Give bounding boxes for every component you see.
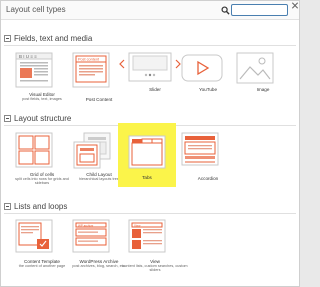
view-icon: View [128,219,166,253]
section-divider [4,45,296,46]
section-label: Lists and loops [14,201,68,211]
post-content-icon: Post content [72,52,110,88]
card-name: Post Content [85,97,113,102]
slider-icon [128,52,172,82]
section-divider [4,213,296,214]
view-tag: View [134,223,141,227]
section-toggle-layout[interactable]: Layout structure [4,113,71,123]
search-input[interactable] [231,4,288,16]
close-icon[interactable] [290,1,300,10]
child-layout-icon [73,132,111,169]
content-template-icon [15,219,53,253]
image-icon [236,52,274,84]
section-label: Fields, text and media [14,33,93,43]
section-toggle-lists[interactable]: Lists and loops [4,201,67,211]
dialog-title: Layout cell types [6,5,66,14]
section-toggle-fields[interactable]: Fields, text and media [4,33,92,43]
collapse-icon [4,34,11,42]
visual-editor-icon: B I U ≡ ≡ [15,52,53,88]
grid-icon [15,132,53,168]
wp-archive-tag: WP archive [78,223,94,227]
card-name: Image [256,87,270,92]
collapse-icon [4,114,11,122]
post-content-tag: Post content [78,58,100,62]
card-desc: content lists, custom searches, custom s… [122,264,188,273]
tabs-icon [128,135,166,169]
collapse-icon [4,202,11,210]
search-icon [221,6,230,15]
accordion-icon [181,132,219,166]
section-label: Layout structure [14,113,72,123]
chevron-left-icon[interactable] [119,59,125,69]
youtube-play-icon [181,54,223,82]
layout-cell-types-dialog: Layout cell types Fields, text and media… [0,0,300,287]
wordpress-archive-icon: WP archive [72,219,110,253]
card-name: Tabs [142,175,152,180]
card-name: Accordion [197,176,219,181]
dialog-titlebar: Layout cell types [1,1,299,20]
svg-text:B I U ≡ ≡: B I U ≡ ≡ [19,54,37,59]
